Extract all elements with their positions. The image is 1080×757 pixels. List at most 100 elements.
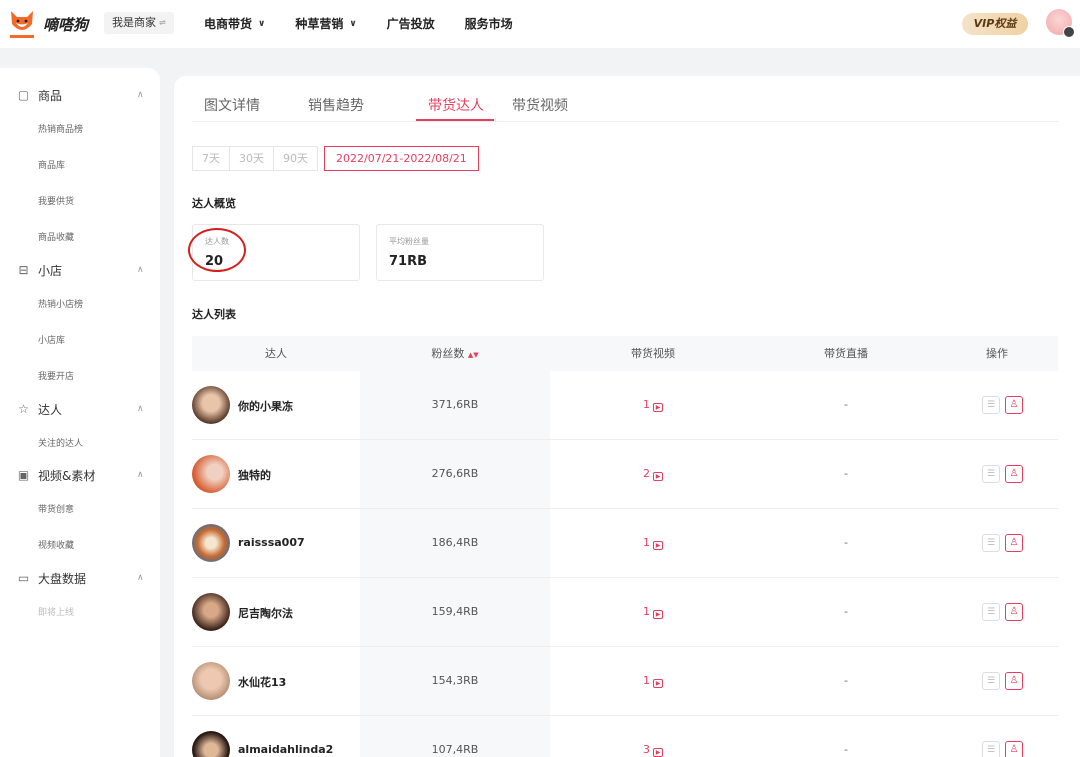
detail-icon[interactable]: ☰ xyxy=(982,672,1000,690)
column-header-label: 粉丝数 xyxy=(431,347,465,360)
influencer-avatar[interactable] xyxy=(192,386,230,424)
column-header-fans[interactable]: 粉丝数 ▲▼ xyxy=(360,336,550,371)
video-count[interactable]: 3 ▶ xyxy=(550,743,756,757)
detail-icon[interactable]: ☰ xyxy=(982,534,1000,552)
nav-item-service-market[interactable]: 服务市场 xyxy=(465,15,513,32)
nav-item-ads[interactable]: 广告投放 xyxy=(387,15,435,32)
live-count: - xyxy=(844,605,848,618)
table-row[interactable]: 你的小果冻 371,6RB 1 ▶ - ☰ ♙ xyxy=(192,371,1058,440)
sidebar-item-open-store[interactable]: 我要开店 xyxy=(38,369,74,382)
table-row[interactable]: raisssa007 186,4RB 1 ▶ - ☰ ♙ xyxy=(192,509,1058,578)
column-header-actions: 操作 xyxy=(986,347,1008,360)
influencer-name[interactable]: 水仙花13 xyxy=(238,674,286,690)
red-circle-annotation xyxy=(188,228,246,272)
sidebar-group-label: 商品 xyxy=(38,88,63,103)
sidebar-item-hot-stores[interactable]: 热销小店榜 xyxy=(38,297,83,310)
sidebar-item-product-favorites[interactable]: 商品收藏 xyxy=(38,230,74,243)
sidebar-item-followed-influencers[interactable]: 关注的达人 xyxy=(38,436,83,449)
detail-icon[interactable]: ☰ xyxy=(982,741,1000,757)
influencer-name[interactable]: 你的小果冻 xyxy=(238,398,293,414)
row-actions: ☰ ♙ xyxy=(982,603,1023,621)
sidebar-group-influencers[interactable]: ☆ 达人 ∧ xyxy=(0,399,160,419)
influencer-name[interactable]: 尼吉陶尔法 xyxy=(238,605,293,621)
sidebar-item-hot-products[interactable]: 热销商品榜 xyxy=(38,122,83,135)
sidebar-group-stores[interactable]: ⊟ 小店 ∧ xyxy=(0,260,160,280)
video-count[interactable]: 1 ▶ xyxy=(550,536,756,550)
brand-name[interactable]: 嘀嗒狗 xyxy=(43,14,88,35)
nav-label: 服务市场 xyxy=(464,17,513,31)
sidebar-group-label: 达人 xyxy=(38,402,63,417)
role-switch-button[interactable]: 我是商家 ⇌ xyxy=(104,12,174,34)
sidebar-group-label: 视频&素材 xyxy=(38,468,96,483)
profile-icon[interactable]: ♙ xyxy=(1005,741,1023,757)
chevron-up-icon: ∧ xyxy=(137,265,144,275)
influencer-avatar[interactable] xyxy=(192,524,230,562)
influencer-avatar[interactable] xyxy=(192,455,230,493)
profile-icon[interactable]: ♙ xyxy=(1005,465,1023,483)
live-count: - xyxy=(844,467,848,480)
stat-card-avg-fans: 平均粉丝量 71RB xyxy=(376,224,544,281)
influencer-avatar[interactable] xyxy=(192,593,230,631)
row-actions: ☰ ♙ xyxy=(982,465,1023,483)
live-count: - xyxy=(844,398,848,411)
chevron-down-icon: ∨ xyxy=(349,18,357,29)
influencer-name[interactable]: 独特的 xyxy=(238,467,271,483)
sidebar-item-creative-ideas[interactable]: 带货创意 xyxy=(38,502,74,515)
video-count-value: 1 xyxy=(643,398,650,411)
tab-videos[interactable]: 带货视频 xyxy=(512,95,568,115)
sidebar-item-product-library[interactable]: 商品库 xyxy=(38,158,65,171)
detail-icon[interactable]: ☰ xyxy=(982,603,1000,621)
play-icon: ▶ xyxy=(653,679,663,688)
detail-icon[interactable]: ☰ xyxy=(982,396,1000,414)
sidebar-group-products[interactable]: ▢ 商品 ∧ xyxy=(0,85,160,105)
video-count[interactable]: 1 ▶ xyxy=(550,605,756,619)
detail-tabs: 图文详情 销售趋势 带货达人 带货视频 xyxy=(192,76,1058,122)
nav-item-ecommerce[interactable]: 电商带货 ∨ xyxy=(204,15,265,32)
influencer-avatar[interactable] xyxy=(192,662,230,700)
row-actions: ☰ ♙ xyxy=(982,396,1023,414)
detail-icon[interactable]: ☰ xyxy=(982,465,1000,483)
chevron-down-icon: ∨ xyxy=(258,18,266,29)
tab-influencers[interactable]: 带货达人 xyxy=(428,95,484,115)
profile-icon[interactable]: ♙ xyxy=(1005,672,1023,690)
swap-icon: ⇌ xyxy=(159,18,166,27)
table-row[interactable]: 水仙花13 154,3RB 1 ▶ - ☰ ♙ xyxy=(192,647,1058,716)
date-filter-7d[interactable]: 7天 xyxy=(192,146,230,171)
main-panel: 图文详情 销售趋势 带货达人 带货视频 7天 30天 90天 2022/07/2… xyxy=(174,76,1080,757)
sidebar-item-supply[interactable]: 我要供货 xyxy=(38,194,74,207)
date-filter-90d[interactable]: 90天 xyxy=(273,146,318,171)
sidebar-item-store-library[interactable]: 小店库 xyxy=(38,333,65,346)
video-count[interactable]: 2 ▶ xyxy=(550,467,756,481)
tab-sales-trend[interactable]: 销售趋势 xyxy=(308,95,364,115)
fox-logo-icon[interactable] xyxy=(8,7,36,41)
nav-item-seeding[interactable]: 种草营销 ∨ xyxy=(295,15,356,32)
fans-count: 107,4RB xyxy=(431,743,479,756)
top-bar: 嘀嗒狗 我是商家 ⇌ 电商带货 ∨ 种草营销 ∨ 广告投放 服务市场 VIP权益 xyxy=(0,0,1080,48)
date-range-picker[interactable]: 2022/07/21-2022/08/21 xyxy=(324,146,479,171)
influencer-name[interactable]: almaidahlinda2 xyxy=(238,743,333,756)
profile-icon[interactable]: ♙ xyxy=(1005,534,1023,552)
sidebar-group-video-materials[interactable]: ▣ 视频&素材 ∧ xyxy=(0,465,160,485)
sort-icon[interactable]: ▲▼ xyxy=(468,351,479,359)
influencer-name[interactable]: raisssa007 xyxy=(238,536,305,549)
influencer-avatar[interactable] xyxy=(192,731,230,757)
vip-button[interactable]: VIP权益 xyxy=(962,13,1028,35)
bag-icon: ▢ xyxy=(17,87,30,102)
table-row[interactable]: 尼吉陶尔法 159,4RB 1 ▶ - ☰ ♙ xyxy=(192,578,1058,647)
monitor-icon: ▭ xyxy=(17,570,30,585)
user-avatar[interactable] xyxy=(1046,9,1075,38)
table-row[interactable]: 独特的 276,6RB 2 ▶ - ☰ ♙ xyxy=(192,440,1058,509)
live-count: - xyxy=(844,674,848,687)
tab-details[interactable]: 图文详情 xyxy=(204,95,260,115)
sidebar-item-video-favorites[interactable]: 视频收藏 xyxy=(38,538,74,551)
profile-icon[interactable]: ♙ xyxy=(1005,603,1023,621)
fans-count: 154,3RB xyxy=(431,674,479,687)
video-count[interactable]: 1 ▶ xyxy=(550,674,756,688)
table-row[interactable]: almaidahlinda2 107,4RB 3 ▶ - ☰ ♙ xyxy=(192,716,1058,757)
sidebar-group-market-data[interactable]: ▭ 大盘数据 ∧ xyxy=(0,568,160,588)
date-filter-30d[interactable]: 30天 xyxy=(229,146,274,171)
profile-icon[interactable]: ♙ xyxy=(1005,396,1023,414)
table-header: 达人 粉丝数 ▲▼ 带货视频 带货直播 操作 xyxy=(192,336,1058,371)
video-count[interactable]: 1 ▶ xyxy=(550,398,756,412)
nav-label: 种草营销 xyxy=(295,17,344,31)
